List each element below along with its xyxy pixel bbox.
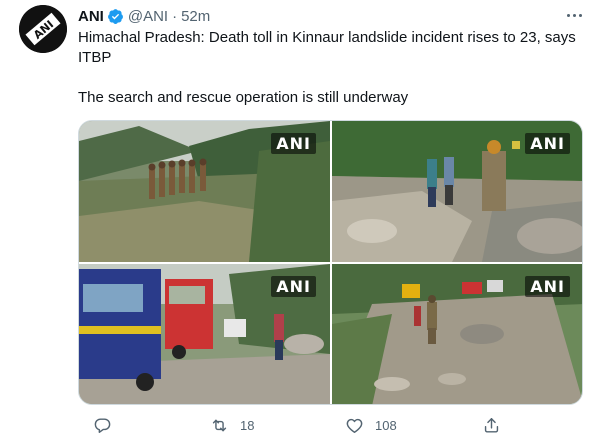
author-avatar[interactable]: ANI — [19, 5, 67, 53]
share-button[interactable] — [482, 414, 501, 436]
media-grid: ANI ANI ANI ANI — [78, 120, 583, 405]
author-handle[interactable]: @ANI — [128, 8, 168, 25]
ani-watermark: ANI — [525, 133, 570, 154]
tweet-text-headline: Himachal Pradesh: Death toll in Kinnaur … — [78, 29, 576, 66]
heart-icon — [346, 418, 363, 433]
share-icon — [484, 417, 499, 433]
tweet-text: Himachal Pradesh: Death toll in Kinnaur … — [78, 28, 598, 108]
tweet[interactable]: ANI ANI @ANI · 52m Himachal Pradesh: Dea… — [0, 0, 615, 440]
media-photo-2[interactable]: ANI — [332, 121, 582, 262]
ani-watermark: ANI — [525, 276, 570, 297]
tweet-header: ANI @ANI · 52m — [78, 6, 210, 26]
media-photo-3[interactable]: ANI — [79, 264, 330, 404]
retweet-count: 18 — [240, 417, 255, 433]
reply-icon — [94, 417, 111, 433]
author-name[interactable]: ANI — [78, 8, 104, 25]
ani-logo-icon: ANI — [19, 5, 67, 53]
retweet-button[interactable]: 18 — [210, 414, 254, 436]
ani-watermark: ANI — [271, 133, 316, 154]
media-photo-4[interactable]: ANI — [332, 264, 582, 404]
media-photo-1[interactable]: ANI — [79, 121, 330, 262]
tweet-actions: 18 108 — [0, 414, 615, 440]
retweet-icon — [212, 419, 227, 431]
reply-button[interactable] — [93, 414, 123, 436]
like-button[interactable]: 108 — [345, 414, 397, 436]
separator-dot: · — [172, 7, 178, 25]
more-options-icon[interactable] — [564, 8, 584, 22]
tweet-timestamp[interactable]: 52m — [181, 8, 210, 25]
like-count: 108 — [375, 417, 397, 433]
ani-watermark: ANI — [271, 276, 316, 297]
verified-badge-icon — [107, 8, 123, 24]
tweet-text-subline: The search and rescue operation is still… — [78, 89, 409, 106]
